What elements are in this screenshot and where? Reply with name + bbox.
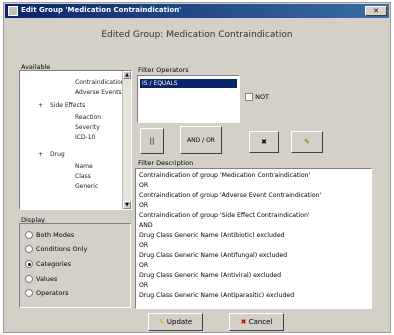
tree-view[interactable]: Contraindications Adverse Events + Side … (19, 70, 132, 210)
description-line: OR (139, 182, 149, 189)
radio-label: Values (36, 275, 58, 283)
radio-operators[interactable]: Operators (25, 289, 68, 297)
description-line: OR (139, 242, 149, 249)
radio-icon[interactable] (25, 231, 33, 239)
radio-label: Categories (36, 260, 72, 268)
cancel-label: Cancel (248, 318, 273, 326)
filter-label: Filter Operators (138, 66, 189, 74)
radio-label: Both Modes (36, 231, 75, 239)
tree-expand-icon[interactable]: + (38, 102, 43, 109)
radio-both[interactable]: Both Modes (25, 231, 74, 239)
tree-item[interactable]: Severity (75, 124, 100, 131)
scroll-up-icon[interactable]: ▲ (123, 71, 131, 79)
filter-item[interactable]: IS / EQUALS (140, 79, 237, 88)
checkbox-icon[interactable] (245, 93, 253, 101)
scroll-down-icon[interactable]: ▼ (123, 201, 131, 209)
tree-item[interactable]: Reaction (75, 114, 101, 121)
cancel-button[interactable]: ✖ Cancel (229, 313, 284, 331)
radio-icon[interactable] (25, 289, 33, 297)
radio-icon[interactable] (25, 260, 33, 268)
radio-values[interactable]: Values (25, 275, 57, 283)
description-line: Drug Class Generic Name (Antifungal) exc… (139, 252, 288, 259)
cancel-x-icon: ✖ (240, 318, 247, 326)
radio-label: Operators (36, 289, 69, 297)
description-line: Contraindication of group 'Medication Co… (139, 172, 311, 179)
description-line: Drug Class Generic Name (Antiparasitic) … (139, 292, 295, 299)
not-label: NOT (255, 93, 270, 101)
update-label: Update (166, 318, 193, 326)
tree-item[interactable]: Generic (75, 183, 98, 190)
update-button[interactable]: ✎ Update (148, 313, 203, 331)
not-checkbox[interactable]: NOT (245, 93, 269, 101)
page-title: Edited Group: Medication Contraindicatio… (101, 30, 293, 40)
pencil-icon: ✎ (158, 318, 165, 326)
tree-item[interactable]: Adverse Events (75, 89, 122, 96)
window-title: Edit Group 'Medication Contraindication' (21, 6, 182, 14)
pause-button[interactable]: || (140, 128, 164, 154)
options-group: Both Modes Conditions Only Categories Va… (19, 223, 131, 308)
description-label: Filter Description (138, 159, 194, 167)
description-line: AND (139, 222, 153, 229)
tree-expand-icon[interactable]: + (38, 151, 43, 158)
tree-scrollbar[interactable]: ▲ ▼ (122, 71, 131, 209)
delete-button[interactable]: ✖ (249, 131, 279, 153)
description-line: Drug Class Generic Name (Antibiotic) exc… (139, 232, 285, 239)
radio-label: Conditions Only (36, 245, 88, 253)
radio-categories[interactable]: Categories (25, 260, 71, 268)
tree-item[interactable]: Contraindications (75, 79, 128, 86)
tree-item[interactable]: Drug (50, 151, 65, 158)
description-line: Drug Class Generic Name (Antiviral) excl… (139, 272, 282, 279)
description-line: OR (139, 282, 149, 289)
and-or-button[interactable]: AND / OR (180, 126, 222, 154)
description-line: OR (139, 262, 149, 269)
filter-listbox[interactable]: IS / EQUALS (137, 75, 240, 123)
radio-icon[interactable] (25, 275, 33, 283)
close-button[interactable]: ✕ (365, 6, 387, 16)
tree-item[interactable]: Class (75, 173, 91, 180)
radio-icon[interactable] (25, 245, 33, 253)
tree-item[interactable]: Name (75, 163, 93, 170)
description-box[interactable]: Contraindication of group 'Medication Co… (135, 168, 372, 309)
tree-item[interactable]: Side Effects (50, 102, 85, 109)
tree-item[interactable]: ICD-10 (75, 134, 95, 141)
description-line: OR (139, 202, 149, 209)
title-bar[interactable]: Edit Group 'Medication Contraindication'… (5, 4, 389, 18)
app-icon (8, 6, 18, 16)
description-line: Contraindication of group 'Side Effect C… (139, 212, 310, 219)
edit-tool-icon[interactable]: ✎ (291, 131, 323, 153)
dialog-window: Edit Group 'Medication Contraindication'… (3, 2, 391, 333)
description-line: Contraindication of group 'Adverse Event… (139, 192, 322, 199)
radio-conditions[interactable]: Conditions Only (25, 245, 87, 253)
